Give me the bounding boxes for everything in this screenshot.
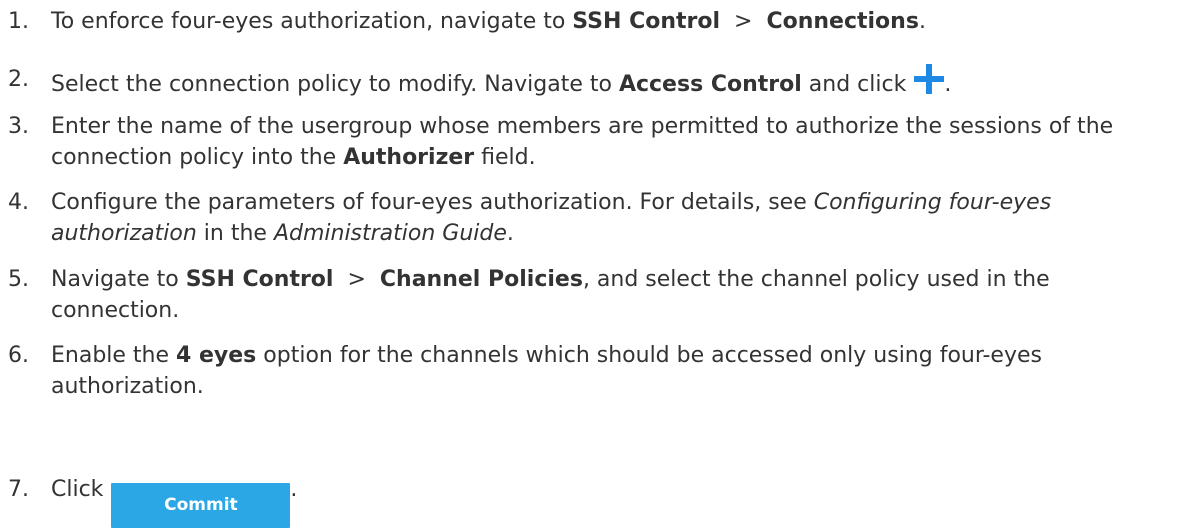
commit-button[interactable]: Commit: [111, 483, 291, 528]
field-authorizer: Authorizer: [343, 145, 475, 170]
step-4: 4. Configure the parameters of four-eyes…: [8, 187, 1158, 249]
step-5: 5. Navigate to SSH Control > Channel Polic…: [8, 264, 1158, 326]
guide-reference: Administration Guide: [273, 221, 507, 246]
step-6: 6. Enable the 4 eyes option for the chan…: [8, 340, 1158, 402]
step-text: Select the connection policy to modify. …: [51, 64, 1158, 100]
step-number: 4.: [8, 190, 29, 215]
step-list: 1. To enforce four-eyes authorization, n…: [0, 0, 1179, 529]
menu-ssh-control: SSH Control: [572, 9, 721, 34]
step-3: 3. Enter the name of the usergroup whose…: [8, 111, 1158, 173]
step-number: 7.: [8, 477, 29, 502]
step-number: 2.: [8, 67, 29, 92]
plus-icon[interactable]: [914, 64, 945, 94]
menu-connections: Connections: [766, 9, 919, 34]
breadcrumb-separator: >: [734, 9, 753, 34]
menu-channel-policies: Channel Policies: [379, 267, 583, 292]
step-text: Enable the 4 eyes option for the channel…: [51, 343, 1042, 399]
step-text: ClickCommit.: [51, 474, 1158, 528]
step-7: 7. ClickCommit.: [8, 474, 1158, 528]
step-text: To enforce four-eyes authorization, navi…: [51, 6, 1158, 37]
step-text: Configure the parameters of four-eyes au…: [51, 190, 1052, 246]
breadcrumb-separator: >: [347, 267, 366, 292]
step-2: 2. Select the connection policy to modif…: [8, 64, 1158, 100]
step-number: 6.: [8, 343, 29, 368]
step-number: 3.: [8, 114, 29, 139]
menu-access-control: Access Control: [618, 72, 802, 97]
step-text: Enter the name of the usergroup whose me…: [51, 114, 1114, 170]
step-number: 1.: [8, 9, 29, 34]
step-text: Navigate to SSH Control > Channel Policies…: [51, 264, 1158, 326]
step-number: 5.: [8, 267, 29, 292]
menu-ssh-control: SSH Control: [185, 267, 334, 292]
step-1: 1. To enforce four-eyes authorization, n…: [8, 6, 1158, 37]
option-4-eyes: 4 eyes: [176, 343, 257, 368]
